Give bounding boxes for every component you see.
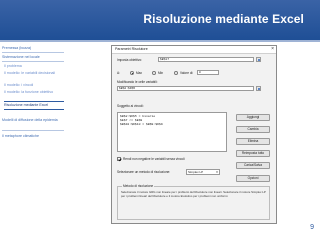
nav-item-problema[interactable]: Il problema: [4, 64, 64, 69]
load-save-button[interactable]: Carica/Salva: [236, 162, 270, 169]
min-radio-label: Min: [158, 71, 164, 75]
method-select[interactable]: Simplex LP ▾: [186, 169, 220, 175]
page-number: 9: [310, 224, 314, 231]
slide-title: Risoluzione mediante Excel: [143, 12, 304, 26]
value-of-radio-label: Valore di:: [180, 71, 194, 75]
constraint-item[interactable]: $B$10:$D$10 = $B$9:$D$9: [120, 122, 163, 126]
target-cell-field[interactable]: $B$17: [158, 57, 254, 62]
nav-divider: [2, 130, 64, 131]
change-button[interactable]: Cambia: [236, 126, 270, 133]
changing-ref-icon[interactable]: [256, 86, 261, 91]
nav-divider: [2, 52, 64, 53]
delete-button[interactable]: Elimina: [236, 138, 270, 145]
method-description-group: Metodo di risoluzione Selezionare il mot…: [117, 184, 270, 220]
value-of-field[interactable]: 0: [197, 70, 219, 75]
max-radio[interactable]: [130, 71, 134, 75]
options-button[interactable]: Opzioni: [236, 175, 270, 182]
dialog-titlebar: Parametri Risolutore ×: [112, 46, 276, 54]
nav-item-variabili[interactable]: Il modello: le variabili decisionali: [4, 71, 64, 76]
nav-item-modelli-diffusione[interactable]: Modelli di diffusione della epidemia: [2, 118, 66, 123]
changing-cells-field[interactable]: $B$2:$D$5: [117, 86, 254, 91]
constraints-label: Soggetto ai vincoli:: [117, 104, 144, 108]
nav-divider: [2, 61, 64, 62]
solver-parameters-dialog: Parametri Risolutore × Imposta obiettivo…: [111, 45, 277, 224]
changing-cells-label: Modificando le celle variabili:: [117, 80, 158, 84]
slide-header: Risoluzione mediante Excel: [0, 0, 320, 40]
nav-item-risoluzione-excel[interactable]: Risoluzione mediante Excel: [4, 101, 64, 110]
nav-item-sistemazione[interactable]: Sistemazione nel locale: [2, 55, 66, 60]
nav-item-metaphore[interactable]: Il metaphore climatiche: [2, 134, 66, 139]
target-label: Imposta obiettivo:: [117, 58, 142, 62]
value-of-radio[interactable]: [174, 71, 178, 75]
add-button[interactable]: Aggiungi: [236, 114, 270, 121]
dialog-title: Parametri Risolutore: [115, 47, 148, 51]
method-label: Selezionare un metodo di risoluzione:: [117, 170, 171, 174]
constraints-list[interactable]: $B$2:$D$5 = binario $E$7 <= $E$9 $B$10:$…: [117, 112, 227, 152]
method-group-label: Metodo di risoluzione: [122, 184, 155, 188]
close-icon[interactable]: ×: [271, 46, 274, 53]
nav-item-funzione-obiettivo[interactable]: Il modello: la funzione obiettivo: [4, 90, 64, 95]
nav-item-premessa[interactable]: Premessa (bozza): [2, 46, 66, 51]
nav-item-vincoli[interactable]: Il modello: i vincoli: [4, 83, 64, 88]
method-description: Selezionare il motore GRG non lineare pe…: [121, 190, 266, 198]
target-ref-icon[interactable]: [256, 57, 261, 62]
reset-all-button[interactable]: Reimposta tutto: [236, 150, 270, 157]
nonnegative-label: Rendi non negative le variabili senza vi…: [123, 157, 185, 161]
min-radio[interactable]: [152, 71, 156, 75]
nonnegative-checkbox[interactable]: [117, 157, 121, 161]
slide-navigation: Premessa (bozza) Sistemazione nel locale…: [0, 42, 66, 240]
method-select-value: Simplex LP: [188, 170, 204, 174]
to-label: A:: [117, 71, 121, 75]
max-radio-label: Max: [136, 71, 143, 75]
chevron-down-icon: ▾: [216, 170, 218, 174]
